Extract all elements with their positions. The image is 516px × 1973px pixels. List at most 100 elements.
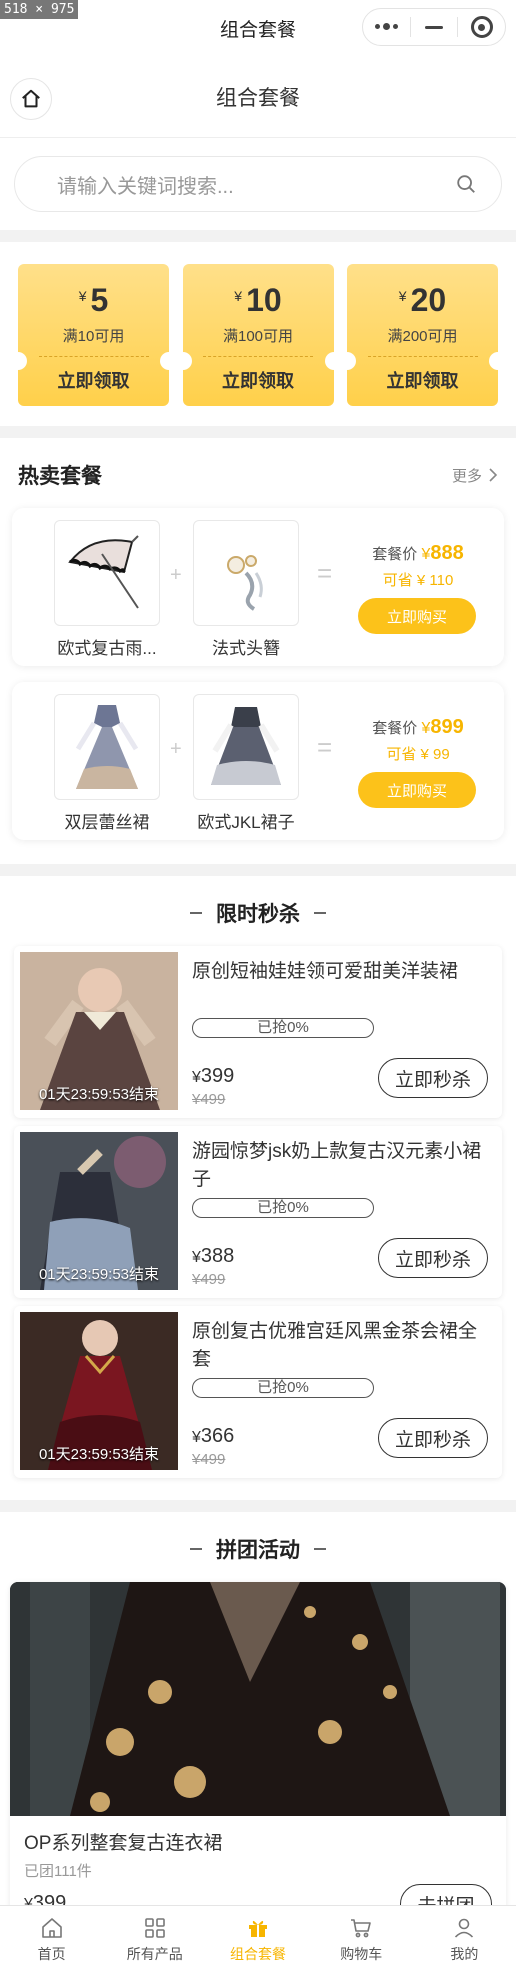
price-value: 388 [200, 1245, 235, 1267]
claim-coupon-button[interactable]: 立即领取 [387, 367, 459, 393]
combo-card[interactable]: 欧式复古雨... + 法式头簪 = 套餐价 ¥888 可省 ¥ 110 立即购买 [12, 508, 504, 666]
parasol-image [68, 535, 139, 609]
product-price: ¥366 [192, 1425, 234, 1448]
hairpin-image [227, 555, 263, 611]
combo-save: 可省 ¥ 110 [382, 572, 454, 589]
combo-product[interactable]: 双层蕾丝裙 [54, 694, 160, 833]
tab-label: 购物车 [340, 1945, 383, 1962]
dimension-badge: 518 × 975 [0, 0, 79, 19]
tab-label: 我的 [450, 1945, 479, 1962]
coupon-amount: 20 [410, 282, 447, 318]
product-price: ¥388 [192, 1245, 234, 1268]
tab-label: 组合套餐 [230, 1945, 286, 1962]
buy-now-button[interactable]: 立即购买 [358, 772, 476, 808]
plus-icon: + [170, 564, 182, 586]
hot-section-header: 热卖套餐 更多 [0, 438, 516, 508]
combo-product[interactable]: 欧式复古雨... [54, 520, 160, 659]
coupon-currency: ¥ [398, 288, 407, 304]
gift-icon [249, 1920, 267, 1937]
seckill-item[interactable]: 01天23:59:53结束 原创复古优雅宫廷风黑金茶会裙全套 已抢0% ¥366… [14, 1306, 502, 1478]
more-label: 更多 [451, 467, 482, 485]
user-icon [455, 1918, 474, 1938]
grid-icon [144, 1917, 165, 1938]
cart-icon [351, 1918, 372, 1937]
tab-cart[interactable]: 购物车 [310, 1906, 413, 1973]
countdown-timer: 01天23:59:53结束 [38, 1266, 160, 1283]
close-miniprogram-button[interactable] [458, 9, 505, 45]
group-item[interactable]: OP系列整套复古连衣裙 已团111件 ¥399 去拼团 [10, 1582, 506, 1936]
app-title: 组合套餐 [219, 19, 296, 41]
sold-progress: 已抢0% [192, 1018, 374, 1038]
lace-dress-image [75, 705, 139, 789]
product-image: 01天23:59:53结束 [20, 1312, 178, 1470]
product-name: 法式头簪 [212, 639, 280, 658]
seckill-item[interactable]: 01天23:59:53结束 原创短袖娃娃领可爱甜美洋装裙 已抢0% ¥399 ¥… [14, 946, 502, 1118]
product-image [193, 520, 299, 626]
dress-photo [10, 1582, 506, 1816]
seckill-list: 01天23:59:53结束 原创短袖娃娃领可爱甜美洋装裙 已抢0% ¥399 ¥… [0, 946, 516, 1500]
product-image [54, 694, 160, 800]
progress-label: 已抢0% [257, 1199, 309, 1216]
coupon-card[interactable]: ¥10 满100可用 立即领取 [182, 264, 334, 406]
plus-icon: + [170, 738, 182, 760]
more-link[interactable]: 更多 [452, 465, 498, 486]
product-title: 原创复古优雅宫廷风黑金茶会裙全套 [192, 1321, 478, 1370]
buy-now-button[interactable]: 立即购买 [358, 598, 476, 634]
search-input[interactable]: 请输入关键词搜索... [14, 156, 502, 212]
coupon-amount: 10 [246, 282, 282, 318]
product-title: OP系列整套复古连衣裙 [24, 1833, 223, 1854]
coupon-row: ¥5 满10可用 立即领取 ¥10 满100可用 立即领取 ¥20 满200可用… [0, 242, 516, 426]
tab-combo[interactable]: 组合套餐 [206, 1906, 309, 1973]
minimize-button[interactable] [411, 9, 458, 45]
coupon-card[interactable]: ¥20 满200可用 立即领取 [347, 264, 498, 406]
combo-price-label: 套餐价 [372, 546, 418, 563]
original-price: ¥499 [192, 1271, 226, 1288]
product-title: 游园惊梦jsk奶上款复古汉元素小裙子 [192, 1141, 482, 1190]
close-target-icon [470, 16, 493, 38]
sold-progress: 已抢0% [192, 1198, 374, 1218]
coupon-currency: ¥ [78, 288, 87, 304]
group-count: 已团111件 [24, 1863, 92, 1880]
seckill-button[interactable]: 立即秒杀 [378, 1418, 488, 1458]
tab-profile[interactable]: 我的 [413, 1906, 516, 1973]
search-section: 请输入关键词搜索... [0, 138, 516, 230]
search-icon[interactable] [455, 173, 477, 195]
coupon-condition: 满10可用 [62, 328, 125, 345]
seckill-button[interactable]: 立即秒杀 [378, 1058, 488, 1098]
product-image: 01天23:59:53结束 [20, 1132, 178, 1290]
combo-product[interactable]: 欧式JKL裙子 [193, 694, 299, 833]
progress-label: 已抢0% [257, 1019, 309, 1036]
product-image: 01天23:59:53结束 [20, 952, 178, 1110]
jsk-dress-image [211, 707, 281, 785]
bottom-tab-bar: 首页 所有产品 组合套餐 购物车 我的 [0, 1905, 516, 1973]
combo-price-area: 套餐价 ¥899 可省 ¥ 99 立即购买 [358, 716, 478, 808]
minimize-icon [425, 25, 443, 29]
product-name: 双层蕾丝裙 [64, 813, 150, 832]
group-header: 拼团活动 [0, 1512, 516, 1582]
product-price: ¥399 [192, 1065, 234, 1088]
home-button[interactable] [10, 78, 52, 120]
coupon-card[interactable]: ¥5 满10可用 立即领取 [18, 264, 169, 406]
product-name: 欧式JKL裙子 [197, 813, 295, 832]
coupon-condition: 满100可用 [222, 328, 294, 345]
group-section: OP系列整套复古连衣裙 已团111件 ¥399 去拼团 [0, 1582, 516, 1936]
original-price: ¥499 [192, 1451, 226, 1468]
combo-card[interactable]: 双层蕾丝裙 + 欧式JKL裙子 = 套餐价 ¥899 可省 ¥ 99 立即购买 [12, 682, 504, 840]
more-button[interactable] [363, 9, 410, 45]
claim-coupon-button[interactable]: 立即领取 [222, 367, 294, 393]
tab-home[interactable]: 首页 [0, 1906, 103, 1973]
claim-coupon-button[interactable]: 立即领取 [58, 367, 130, 393]
product-image [193, 694, 299, 800]
price-value: 366 [200, 1425, 235, 1447]
tab-all-products[interactable]: 所有产品 [103, 1906, 206, 1973]
seckill-item[interactable]: 01天23:59:53结束 游园惊梦jsk奶上款复古汉元素小裙子 已抢0% ¥3… [14, 1126, 502, 1298]
product-name: 欧式复古雨... [57, 639, 157, 658]
seckill-button[interactable]: 立即秒杀 [378, 1238, 488, 1278]
section-title: 拼团活动 [216, 1539, 300, 1562]
product-title: 原创短袖娃娃领可爱甜美洋装裙 [192, 961, 459, 982]
product-image [54, 520, 160, 626]
combo-product[interactable]: 法式头簪 [193, 520, 299, 659]
countdown-timer: 01天23:59:53结束 [38, 1446, 160, 1463]
combo-price: 899 [430, 716, 464, 738]
combo-save: 可省 ¥ 99 [386, 746, 450, 763]
